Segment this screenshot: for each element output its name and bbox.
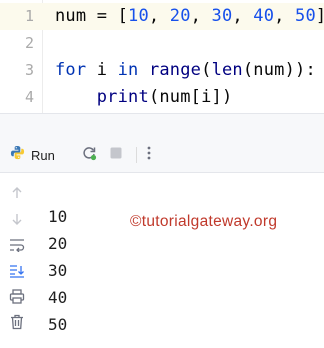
output-line: 50 <box>48 315 68 334</box>
arrow-up-icon <box>10 185 24 204</box>
watermark: ©tutorialgateway.org <box>130 213 278 230</box>
output-line: 20 <box>48 234 68 253</box>
run-tab[interactable]: Run <box>10 144 55 166</box>
soft-wrap-icon <box>9 237 25 256</box>
output-line: 10 <box>48 207 68 226</box>
more-options-button[interactable] <box>140 146 158 164</box>
output-line: 40 <box>48 288 68 307</box>
more-options-icon <box>147 146 151 165</box>
code-line-2[interactable]: 2 <box>0 30 324 57</box>
soft-wrap-button[interactable] <box>8 237 26 255</box>
code-text: print(num[i]) <box>96 87 233 107</box>
line-number: 1 <box>24 7 34 25</box>
panel-divider[interactable] <box>0 113 324 138</box>
console-output[interactable]: ©tutorialgateway.org 10 20 30 40 50 <box>34 173 324 348</box>
run-tab-label: Run <box>31 147 55 163</box>
run-toolbar: Run <box>0 137 324 173</box>
stop-button[interactable] <box>107 146 125 164</box>
code-editor[interactable]: 1 num = [10, 20, 30, 40, 50] 2 3 for i i… <box>0 0 324 113</box>
clear-all-button[interactable] <box>8 314 26 334</box>
line-number: 4 <box>24 88 34 106</box>
print-button[interactable] <box>8 288 26 308</box>
previous-occurrence-button[interactable] <box>8 185 26 203</box>
line-number: 3 <box>24 61 34 79</box>
rerun-button[interactable] <box>80 146 98 164</box>
scroll-to-end-icon <box>9 263 25 282</box>
code-line-3[interactable]: 3 for i in range(len(num)): <box>0 57 324 84</box>
toolbar-separator <box>136 147 137 163</box>
rerun-icon <box>81 145 97 166</box>
code-text: num = [10, 20, 30, 40, 50] <box>55 6 324 26</box>
arrow-down-icon <box>10 211 24 230</box>
python-icon <box>10 145 25 165</box>
next-occurrence-button[interactable] <box>8 211 26 229</box>
code-text: for i in range(len(num)): <box>55 60 316 80</box>
run-side-toolbar <box>0 173 35 348</box>
line-number: 2 <box>24 34 34 52</box>
scroll-to-end-button[interactable] <box>8 263 26 281</box>
stop-icon <box>109 146 123 165</box>
print-icon <box>9 288 25 308</box>
code-line-4[interactable]: 4 print(num[i]) <box>0 84 324 111</box>
code-line-1[interactable]: 1 num = [10, 20, 30, 40, 50] <box>0 3 324 30</box>
trash-icon <box>10 314 24 334</box>
output-line: 30 <box>48 261 68 280</box>
